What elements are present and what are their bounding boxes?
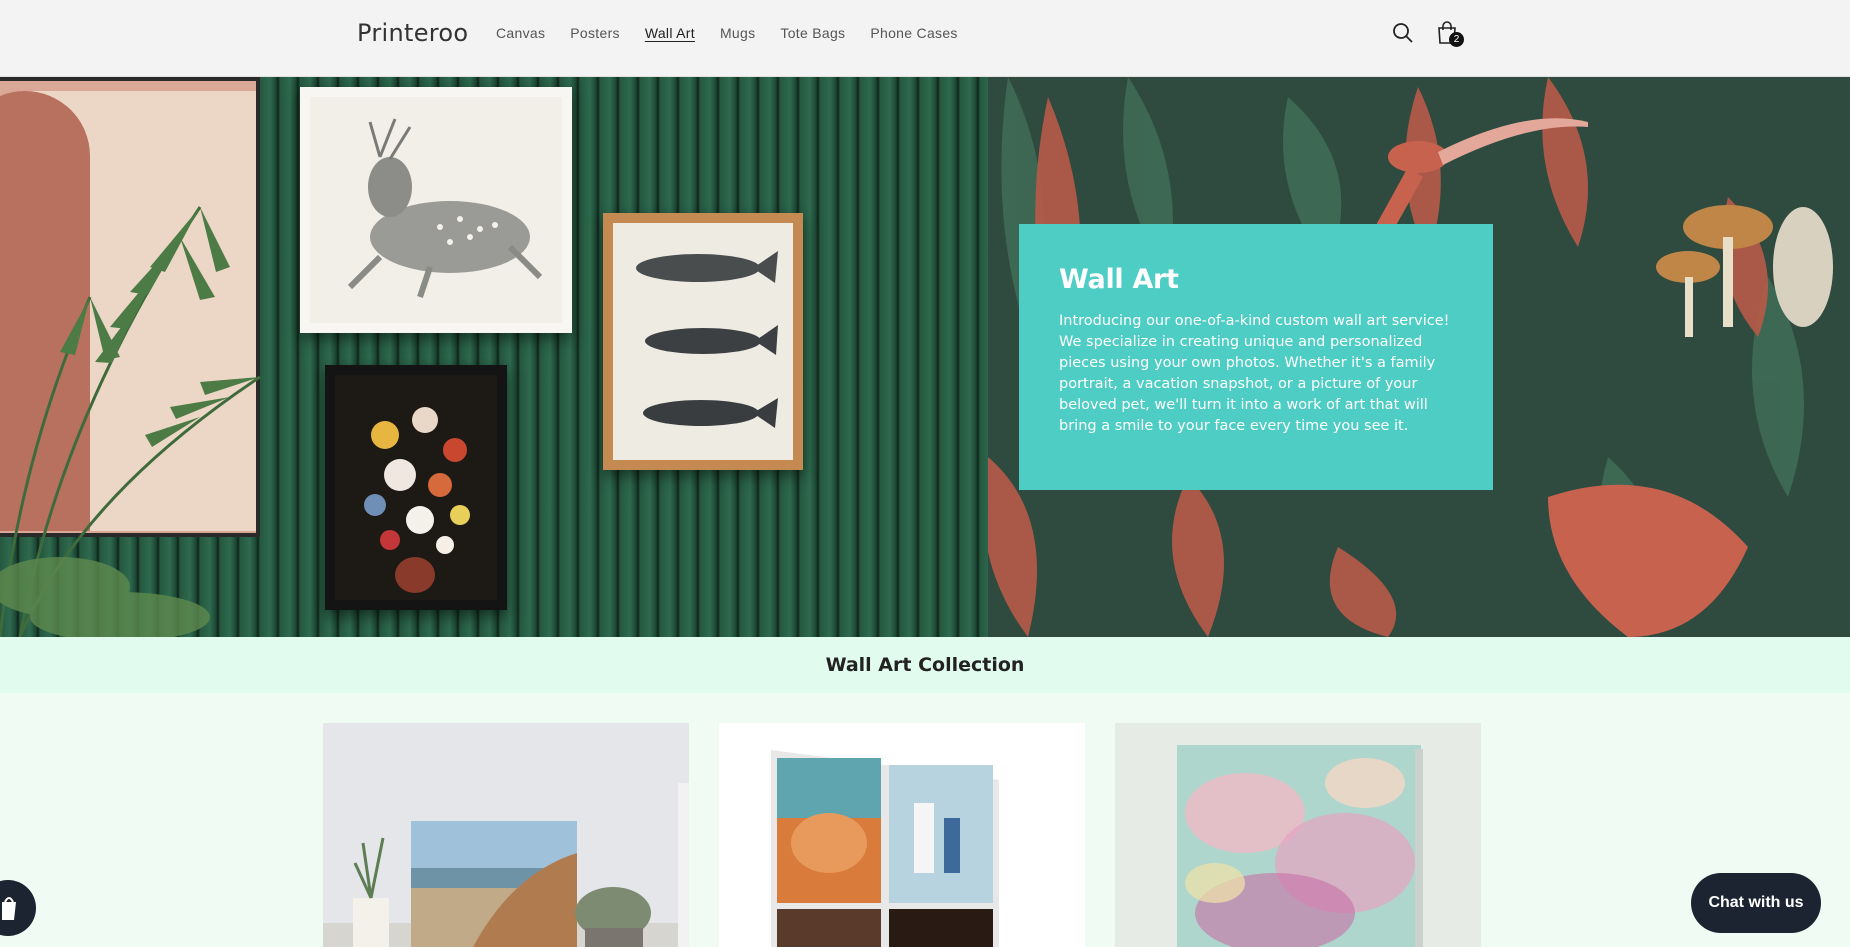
cart-count-badge: 2: [1449, 32, 1464, 47]
search-icon[interactable]: [1390, 20, 1416, 46]
site-header: Printeroo Canvas Posters Wall Art Mugs T…: [0, 0, 1850, 77]
shop-app-button[interactable]: [0, 880, 36, 936]
nav-item-wall-art[interactable]: Wall Art: [645, 25, 695, 41]
nav-item-canvas[interactable]: Canvas: [496, 25, 545, 41]
nav-item-tote-bags[interactable]: Tote Bags: [780, 25, 845, 41]
main-nav: Canvas Posters Wall Art Mugs Tote Bags P…: [496, 25, 983, 41]
deer-art-print: [300, 87, 572, 333]
hero-title: Wall Art: [1059, 264, 1179, 295]
product-card-coastal-canvas[interactable]: [323, 723, 689, 947]
site-logo[interactable]: Printeroo: [357, 19, 468, 47]
hero-image-gallery-wall: [0, 77, 988, 637]
hero-text-box: Wall Art Introducing our one-of-a-kind c…: [1019, 224, 1493, 490]
flower-bouquet-art-print: [325, 365, 507, 610]
nav-item-posters[interactable]: Posters: [570, 25, 620, 41]
nav-item-mugs[interactable]: Mugs: [720, 25, 755, 41]
whale-art-print: [603, 213, 803, 470]
nav-item-phone-cases[interactable]: Phone Cases: [870, 25, 957, 41]
collection-title: Wall Art Collection: [825, 654, 1025, 676]
palm-plant-icon: [0, 206, 261, 637]
collection-header-band: Wall Art Collection: [0, 637, 1850, 693]
hero-banner: Wall Art Introducing our one-of-a-kind c…: [0, 77, 1850, 637]
hero-description: Introducing our one-of-a-kind custom wal…: [1059, 313, 1450, 434]
chat-button[interactable]: Chat with us: [1691, 873, 1821, 933]
product-card-abstract-pastel-canvas[interactable]: [1115, 723, 1481, 947]
product-card-photo-collage-canvas[interactable]: [719, 723, 1085, 947]
